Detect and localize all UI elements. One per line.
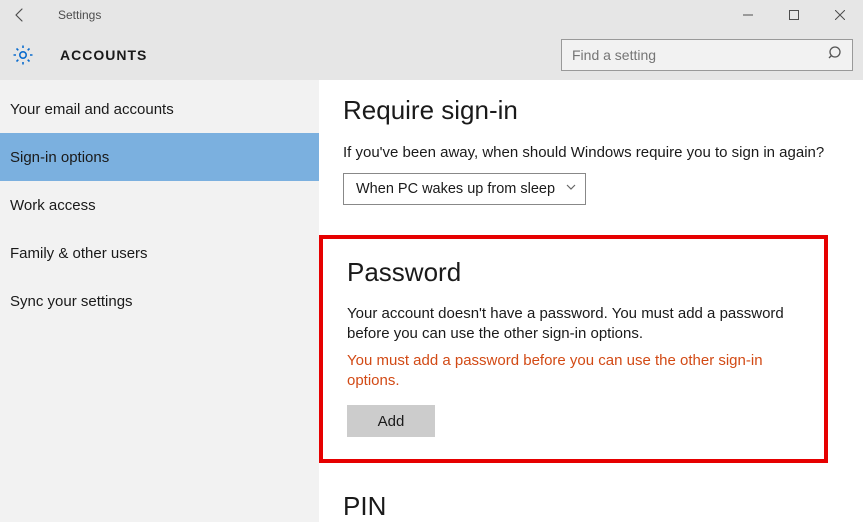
gear-icon (8, 40, 38, 70)
sidebar-item-family-users[interactable]: Family & other users (0, 229, 319, 277)
sidebar: Your email and accounts Sign-in options … (0, 80, 319, 522)
sidebar-item-work-access[interactable]: Work access (0, 181, 319, 229)
header: ACCOUNTS (0, 30, 863, 80)
add-password-button[interactable]: Add (347, 405, 435, 437)
chevron-down-icon (565, 181, 577, 197)
sidebar-item-label: Your email and accounts (10, 101, 174, 118)
sidebar-item-label: Family & other users (10, 245, 148, 262)
button-label: Add (378, 413, 405, 430)
password-section-highlight: Password Your account doesn't have a pas… (319, 235, 828, 463)
minimize-button[interactable] (725, 0, 771, 30)
sidebar-item-label: Sync your settings (10, 293, 133, 310)
password-heading: Password (347, 257, 800, 288)
require-signin-heading: Require sign-in (343, 95, 863, 126)
sidebar-item-signin-options[interactable]: Sign-in options (0, 133, 319, 181)
page-title: ACCOUNTS (38, 47, 147, 63)
sidebar-item-label: Sign-in options (10, 149, 109, 166)
search-input[interactable] (572, 47, 828, 63)
close-button[interactable] (817, 0, 863, 30)
require-signin-dropdown[interactable]: When PC wakes up from sleep (343, 173, 586, 205)
dropdown-value: When PC wakes up from sleep (356, 181, 555, 197)
maximize-button[interactable] (771, 0, 817, 30)
sidebar-item-sync-settings[interactable]: Sync your settings (0, 277, 319, 325)
password-desc: Your account doesn't have a password. Yo… (347, 304, 800, 345)
content-panel: Require sign-in If you've been away, whe… (319, 80, 863, 522)
password-warning: You must add a password before you can u… (347, 351, 800, 392)
titlebar: Settings (0, 0, 863, 30)
require-signin-desc: If you've been away, when should Windows… (343, 144, 863, 161)
pin-heading: PIN (343, 491, 863, 522)
search-box[interactable] (561, 39, 853, 71)
sidebar-item-email-accounts[interactable]: Your email and accounts (0, 85, 319, 133)
search-icon (828, 45, 844, 66)
window-title: Settings (40, 8, 101, 22)
sidebar-item-label: Work access (10, 197, 96, 214)
back-button[interactable] (0, 7, 40, 23)
